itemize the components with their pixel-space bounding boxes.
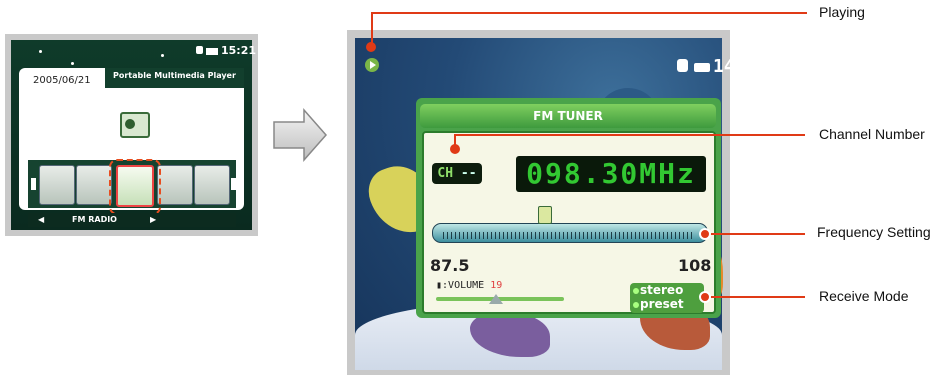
- callout-line-receive: [705, 296, 805, 298]
- menu-right-arrow-icon[interactable]: [231, 178, 236, 190]
- mode-label: FM RADIO: [72, 215, 117, 224]
- left-arrow-icon[interactable]: ◀: [38, 215, 44, 224]
- left-title: Portable Multimedia Player: [113, 71, 236, 80]
- volume-value: 19: [490, 280, 503, 291]
- callout-dot-receive: [699, 291, 711, 303]
- volume-slider-thumb[interactable]: [489, 294, 503, 304]
- lock-icon: [677, 59, 688, 72]
- mode-stereo: stereo: [640, 283, 684, 297]
- callout-receive-mode: Receive Mode: [819, 288, 909, 304]
- left-time: 15:21: [221, 44, 257, 57]
- mode-preset: preset: [640, 297, 684, 311]
- frequency-min: 87.5: [430, 256, 470, 275]
- callout-playing: Playing: [819, 4, 865, 20]
- tuner-title: FM TUNER: [420, 104, 716, 128]
- lock-icon: [196, 46, 203, 54]
- frequency-max: 108: [678, 256, 712, 275]
- left-date: 2005/06/21: [33, 75, 91, 86]
- tools-icon[interactable]: [39, 165, 75, 205]
- transition-arrow-icon: [273, 108, 327, 162]
- menu-left-arrow-icon[interactable]: [31, 178, 36, 190]
- selected-menu-highlight: [109, 159, 161, 215]
- frequency-scale-ticks: [443, 232, 695, 239]
- callout-line-playing: [371, 12, 807, 14]
- clock-icon[interactable]: [76, 165, 112, 205]
- radio-icon: [120, 112, 150, 138]
- music-icon[interactable]: [157, 165, 193, 205]
- left-status-bar: 15:21: [196, 44, 256, 57]
- channel-value: --: [460, 166, 477, 181]
- play-icon: [365, 58, 379, 72]
- preset-indicator-icon: [633, 302, 639, 308]
- callout-dot-frequency: [699, 228, 711, 240]
- volume-text: :VOLUME: [442, 280, 485, 291]
- main-time: 14:03: [713, 56, 768, 77]
- callout-dot-channel: [450, 144, 460, 154]
- volume-label: ▮:VOLUME 19: [436, 280, 502, 291]
- callout-line-playing: [371, 12, 373, 46]
- callout-line-channel: [455, 134, 805, 136]
- left-bottom-bar: ◀ FM RADIO ▶: [28, 213, 236, 227]
- callout-channel-number: Channel Number: [819, 126, 925, 142]
- battery-icon: [206, 47, 218, 55]
- frequency-display: 098.30MHz: [516, 156, 706, 192]
- right-arrow-icon[interactable]: ▶: [150, 215, 156, 224]
- callout-frequency-setting: Frequency Setting: [817, 224, 931, 240]
- microphone-icon[interactable]: [194, 165, 230, 205]
- stereo-indicator-icon: [633, 288, 639, 294]
- channel-prefix: CH: [437, 166, 454, 181]
- callout-dot-playing: [366, 42, 376, 52]
- frequency-slider-thumb[interactable]: [538, 206, 552, 224]
- callout-line-frequency: [705, 233, 805, 235]
- battery-icon: [694, 63, 710, 72]
- channel-display: CH --: [432, 163, 482, 184]
